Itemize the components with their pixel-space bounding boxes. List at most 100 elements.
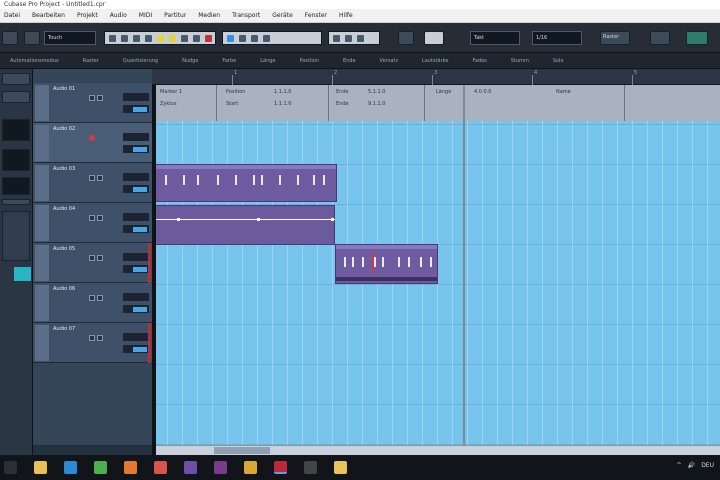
track-row[interactable]: Audio 03 [33, 163, 152, 203]
menu-item-file[interactable]: Datei [4, 12, 20, 19]
menu-item-help[interactable]: Hilfe [339, 12, 353, 19]
inspector-tab-visibility[interactable] [2, 73, 30, 85]
menu-item-project[interactable]: Projekt [77, 12, 98, 19]
menu-item-audio[interactable]: Audio [110, 12, 127, 19]
marker-name[interactable]: Marker 1 [160, 89, 182, 95]
menu-item-edit[interactable]: Bearbeiten [32, 12, 65, 19]
snap-field[interactable]: Raster [600, 31, 630, 45]
track-name[interactable]: Audio 07 [53, 326, 75, 332]
mute-button[interactable] [89, 95, 95, 101]
autoscroll-icon[interactable] [239, 35, 246, 42]
grid-type-button[interactable] [424, 31, 444, 45]
start-icon[interactable] [4, 461, 17, 474]
track-name[interactable]: Audio 02 [53, 126, 75, 132]
chrome-icon[interactable] [94, 461, 107, 474]
track-name[interactable]: Audio 04 [53, 206, 75, 212]
mail-icon[interactable] [124, 461, 137, 474]
media-bay-button[interactable] [686, 31, 708, 45]
track-row[interactable]: Audio 05 [33, 243, 152, 283]
marker-track[interactable]: Marker 1 Position 1.1.1.0 Ende 5.1.1.0 L… [152, 85, 720, 121]
color-icon[interactable] [333, 35, 340, 42]
vs-icon[interactable] [184, 461, 197, 474]
inspector-toggle-button[interactable] [24, 31, 40, 45]
timeline-ruler[interactable]: 1 2 3 4 5 [152, 69, 720, 85]
grid-field[interactable]: Takt [470, 31, 520, 45]
folder-icon[interactable] [244, 461, 257, 474]
erase-tool-icon[interactable] [157, 35, 164, 42]
marker-position[interactable]: 1.1.1.0 [274, 89, 292, 95]
arrange-area[interactable] [152, 121, 720, 445]
tool-buttons-group[interactable] [104, 31, 216, 45]
automation-mode-select[interactable]: Touch [44, 31, 96, 45]
mute-button[interactable] [89, 255, 95, 261]
horizontal-scrollbar[interactable] [156, 445, 720, 455]
range-tool-icon[interactable] [121, 35, 128, 42]
split-tool-icon[interactable] [133, 35, 140, 42]
nudge-left-icon[interactable] [345, 35, 352, 42]
calendar-icon[interactable] [154, 461, 167, 474]
track-row[interactable]: Audio 04 [33, 203, 152, 243]
pointer-tool-icon[interactable] [109, 35, 116, 42]
color-tools-group[interactable] [328, 31, 380, 45]
settings-button[interactable] [650, 31, 670, 45]
snap-toggle-icon[interactable] [227, 35, 234, 42]
store-icon[interactable] [64, 461, 77, 474]
track-row[interactable]: Audio 02 [33, 123, 152, 163]
mute-button[interactable] [89, 295, 95, 301]
cubase-icon[interactable] [274, 461, 287, 474]
track-row[interactable]: Audio 07 [33, 323, 152, 363]
folder2-icon[interactable] [334, 461, 347, 474]
toolbar-toggle-button[interactable] [2, 31, 18, 45]
snap-type-icon[interactable] [251, 35, 258, 42]
audio-event[interactable] [154, 164, 337, 202]
inspector-channel-section[interactable] [2, 211, 30, 261]
cycle-name[interactable]: Zyklus [160, 101, 176, 107]
track-name[interactable]: Audio 05 [53, 246, 75, 252]
solo-button[interactable] [97, 335, 103, 341]
cycle-button[interactable] [398, 31, 414, 45]
cycle-end[interactable]: 9.1.1.0 [368, 101, 386, 107]
nudge-right-icon[interactable] [357, 35, 364, 42]
menu-item-score[interactable]: Partitur [164, 12, 186, 19]
track-row[interactable]: Audio 06 [33, 283, 152, 323]
menu-item-media[interactable]: Medien [198, 12, 220, 19]
track-name[interactable]: Audio 01 [53, 86, 75, 92]
menu-item-midi[interactable]: MIDI [139, 12, 152, 19]
inspector-edit-button[interactable] [14, 267, 31, 281]
record-enable-icon[interactable] [89, 135, 95, 141]
solo-button[interactable] [97, 295, 103, 301]
play-tool-icon[interactable] [205, 35, 212, 42]
marker-length[interactable]: 4.0.0.0 [474, 89, 492, 95]
cycle-start[interactable]: 1.1.1.0 [274, 101, 292, 107]
menu-item-transport[interactable]: Transport [232, 12, 260, 19]
media-icon[interactable] [304, 461, 317, 474]
project-cursor[interactable] [463, 85, 465, 445]
inspector-tab-track[interactable] [2, 91, 30, 103]
language-indicator[interactable]: DEU [701, 462, 714, 469]
zoom-tool-icon[interactable] [169, 35, 176, 42]
audio-event[interactable] [335, 244, 438, 284]
track-name[interactable]: Audio 06 [53, 286, 75, 292]
volume-icon[interactable]: 🔊 [688, 462, 695, 469]
solo-button[interactable] [97, 95, 103, 101]
automation-event[interactable] [154, 205, 335, 245]
purple-app-icon[interactable] [214, 461, 227, 474]
menu-item-window[interactable]: Fenster [305, 12, 327, 19]
inspector-routing-display[interactable] [2, 177, 30, 195]
tray-expand-icon[interactable]: ^ [677, 462, 682, 469]
explorer-icon[interactable] [34, 461, 47, 474]
glue-tool-icon[interactable] [145, 35, 152, 42]
mute-button[interactable] [89, 335, 95, 341]
scrollbar-thumb[interactable] [214, 447, 270, 454]
menu-item-devices[interactable]: Geräte [272, 12, 293, 19]
solo-button[interactable] [97, 175, 103, 181]
solo-button[interactable] [97, 255, 103, 261]
track-row[interactable]: Audio 01 [33, 83, 152, 123]
quantize-field[interactable]: 1/16 [532, 31, 582, 45]
track-name[interactable]: Audio 03 [53, 166, 75, 172]
snap-controls-group[interactable] [222, 31, 322, 45]
solo-button[interactable] [97, 215, 103, 221]
draw-tool-icon[interactable] [193, 35, 200, 42]
mute-button[interactable] [89, 215, 95, 221]
marker-end[interactable]: 5.1.1.0 [368, 89, 386, 95]
